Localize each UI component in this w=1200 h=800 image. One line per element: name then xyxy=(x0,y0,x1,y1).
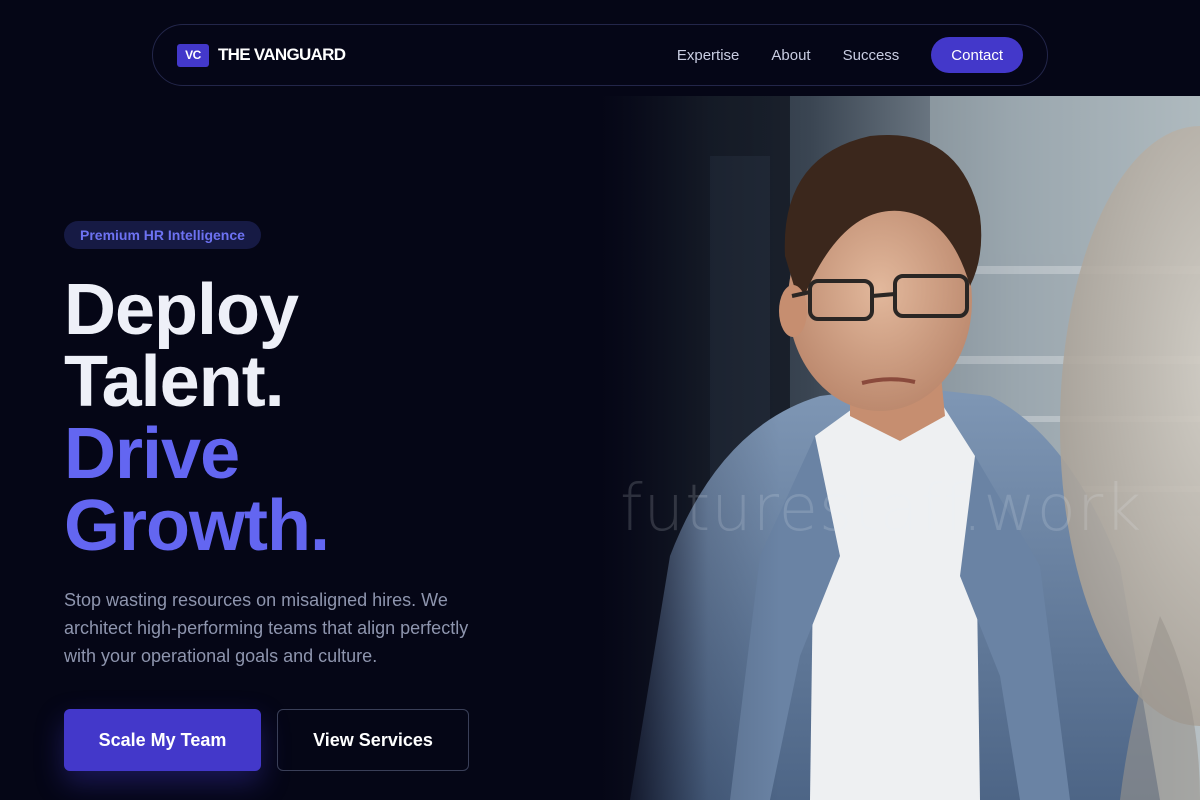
headline-line-2: Talent. xyxy=(64,342,285,422)
hero-description: Stop wasting resources on misaligned hir… xyxy=(64,586,534,670)
headline-line-4: Growth. xyxy=(64,486,330,566)
headline-line-3: Drive xyxy=(64,414,240,494)
nav-link-about[interactable]: About xyxy=(771,47,810,64)
view-services-button[interactable]: View Services xyxy=(277,709,469,771)
hero-photo-illustration xyxy=(600,96,1200,800)
hero-description-line: architect high-performing teams that ali… xyxy=(64,618,469,638)
contact-button[interactable]: Contact xyxy=(931,37,1023,73)
scale-my-team-button[interactable]: Scale My Team xyxy=(64,709,261,771)
brand-logo[interactable]: VC THE VANGUARD xyxy=(177,43,346,67)
headline-line-1: Deploy xyxy=(64,270,299,350)
hero-description-line: Stop wasting resources on misaligned hir… xyxy=(64,590,448,610)
top-navbar: VC THE VANGUARD Expertise About Success … xyxy=(152,24,1048,86)
hero-headline: Deploy Talent. Drive Growth. xyxy=(64,270,330,566)
hero-description-line: with your operational goals and culture. xyxy=(64,646,378,666)
hero-photo xyxy=(600,96,1200,800)
nav-link-expertise[interactable]: Expertise xyxy=(677,47,740,64)
landing-page: futurestaff.work VC THE VANGUARD Experti… xyxy=(0,0,1200,800)
hero-badge: Premium HR Intelligence xyxy=(64,221,261,249)
logo-mark-icon: VC xyxy=(177,43,209,67)
nav-link-success[interactable]: Success xyxy=(843,47,900,64)
brand-name: THE VANGUARD xyxy=(218,45,346,64)
photo-watermark: futurestaff.work xyxy=(620,472,1143,546)
nav-links: Expertise About Success Contact xyxy=(677,37,1023,73)
